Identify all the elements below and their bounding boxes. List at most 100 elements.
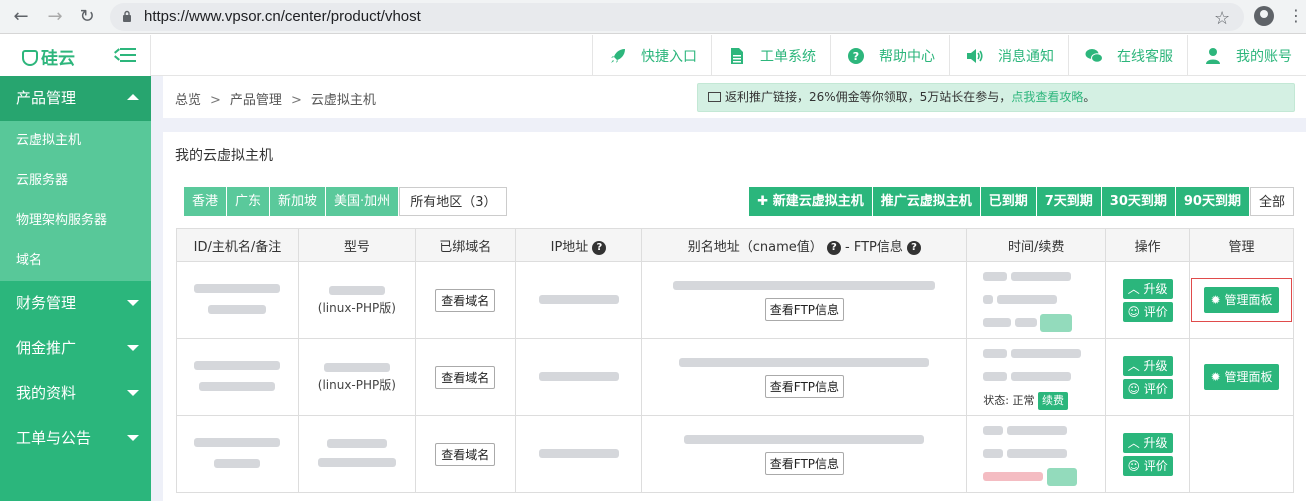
upgrade-button[interactable]: ︿ 升级 [1122, 278, 1173, 299]
sidebar-item-vhost[interactable]: 云虚拟主机 [0, 121, 151, 161]
tab-guangdong[interactable]: 广东 [227, 187, 271, 216]
logo-area: 硅云 [0, 35, 151, 76]
browser-account-icon[interactable] [1254, 6, 1274, 26]
nav-quick-entry[interactable]: 快捷入口 [592, 35, 711, 76]
help-icon: ? [848, 47, 864, 64]
redacted-text [214, 459, 261, 468]
cell-operation: ︿ 升级 ☺ 评价 [1105, 261, 1191, 339]
table-row: (linux-PHP版) 查看域名 查看FTP信息 状态: 正常 续费 ︿ 升级… [176, 338, 1294, 416]
view-domain-button[interactable]: 查看域名 [435, 442, 496, 466]
time-line: 状态: 正常 续费 [967, 389, 1105, 412]
forward-icon[interactable]: → [44, 6, 66, 28]
help-icon[interactable]: ? [592, 240, 607, 255]
view-ftp-button[interactable]: 查看FTP信息 [764, 298, 845, 321]
redacted-renew-button[interactable] [1040, 313, 1073, 332]
breadcrumb-separator: > [210, 93, 221, 108]
nav-my-account[interactable]: 我的账号 [1187, 35, 1306, 76]
nav-online-service[interactable]: 在线客服 [1068, 35, 1187, 76]
sidebar-item-physical-server[interactable]: 物理架构服务器 [0, 201, 151, 241]
nav-label: 快捷入口 [641, 48, 697, 65]
filter-90-days[interactable]: 90天到期 [1175, 187, 1250, 216]
redacted-text [199, 382, 276, 391]
filter-all[interactable]: 全部 [1249, 187, 1294, 216]
sidebar-group-tickets[interactable]: 工单与公告 [0, 416, 151, 461]
nav-ticket[interactable]: 工单系统 [711, 35, 830, 76]
sidebar-item-domain[interactable]: 域名 [0, 241, 151, 281]
view-ftp-button[interactable]: 查看FTP信息 [764, 375, 845, 398]
promo-link[interactable]: 点我查看攻略 [1011, 90, 1083, 104]
main-content: 总览 > 产品管理 > 云虚拟主机 返利推广链接，26%佣金等你领取，5万站长在参与，点… [151, 76, 1306, 501]
review-button[interactable]: ☺ 评价 [1122, 301, 1173, 322]
tab-singapore[interactable]: 新加坡 [270, 187, 327, 216]
region-tabs: 香港 广东 新加坡 美国·加州 所有地区（3） [184, 187, 508, 216]
bookmark-star-icon[interactable]: ☆ [1214, 8, 1230, 29]
cell-id [176, 415, 299, 493]
sidebar-group-profile[interactable]: 我的资料 [0, 371, 151, 416]
cell-model: (linux-PHP版) [297, 338, 416, 416]
redacted-text [1014, 317, 1037, 327]
redacted-text [684, 435, 925, 444]
manage-panel-button[interactable]: ✹ 管理面板 [1203, 287, 1280, 313]
redacted-text [983, 425, 1004, 435]
review-label: 评价 [1143, 458, 1168, 473]
col-cname-ftp: 别名地址（cname值） ? - FTP信息 ? [641, 228, 968, 262]
cell-model: (linux-PHP版) [297, 261, 416, 339]
view-domain-button[interactable]: 查看域名 [435, 288, 496, 312]
manage-highlight: ✹ 管理面板 [1190, 278, 1293, 322]
top-nav: 快捷入口 工单系统 ? 帮助中心 消息通知 在线客服 我的账号 [592, 35, 1306, 76]
sidebar-item-cloud-server[interactable]: 云服务器 [0, 161, 151, 201]
tab-all-regions[interactable]: 所有地区（3） [399, 187, 508, 216]
sidebar-group-finance[interactable]: 财务管理 [0, 281, 151, 326]
view-domain-button[interactable]: 查看域名 [435, 365, 496, 389]
redacted-text [983, 317, 1012, 327]
help-icon[interactable]: ? [907, 240, 922, 255]
redacted-text [1010, 371, 1071, 381]
manage-panel-button[interactable]: ✹ 管理面板 [1203, 364, 1280, 390]
reload-icon[interactable]: ↻ [76, 6, 98, 28]
browser-menu-icon[interactable]: ⋮ [1288, 6, 1304, 26]
sidebar-toggle-icon[interactable] [114, 46, 136, 64]
address-bar[interactable]: https://www.vpsor.cn/center/product/vhos… [110, 3, 1244, 31]
nav-label: 帮助中心 [879, 48, 935, 65]
sidebar-group-label: 工单与公告 [16, 429, 92, 447]
logo[interactable]: 硅云 [22, 44, 75, 69]
redacted-renew-button[interactable] [1046, 467, 1077, 486]
cell-id [176, 261, 299, 339]
review-button[interactable]: ☺ 评价 [1122, 455, 1173, 476]
redacted-text [983, 448, 1004, 458]
sidebar-group-commission[interactable]: 佣金推广 [0, 326, 151, 371]
review-label: 评价 [1143, 381, 1168, 396]
nav-label: 在线客服 [1117, 48, 1173, 65]
breadcrumb-item[interactable]: 总览 [175, 93, 201, 108]
promo-banner: 返利推广链接，26%佣金等你领取，5万站长在参与，点我查看攻略。 [697, 83, 1295, 112]
tab-hongkong[interactable]: 香港 [184, 187, 228, 216]
tab-us-california[interactable]: 美国·加州 [326, 187, 400, 216]
filter-expired[interactable]: 已到期 [980, 187, 1037, 216]
caret-down-icon [127, 300, 139, 306]
breadcrumb-item[interactable]: 产品管理 [230, 93, 282, 108]
nav-notifications[interactable]: 消息通知 [949, 35, 1068, 76]
help-icon[interactable]: ? [826, 240, 841, 255]
back-icon[interactable]: ← [10, 6, 32, 28]
cell-operation: ︿ 升级 ☺ 评价 [1105, 338, 1191, 416]
sidebar-group-products[interactable]: 产品管理 [0, 76, 151, 121]
renew-button[interactable]: 续费 [1038, 391, 1069, 410]
filter-30-days[interactable]: 30天到期 [1101, 187, 1176, 216]
promo-end: 。 [1083, 90, 1096, 104]
promote-vhost-button[interactable]: 推广云虚拟主机 [872, 187, 981, 216]
cell-domain: 查看域名 [414, 338, 516, 416]
breadcrumb-separator: > [290, 93, 302, 108]
redacted-text [983, 371, 1008, 381]
nav-help[interactable]: ? 帮助中心 [830, 35, 949, 76]
nav-label: 我的账号 [1236, 48, 1292, 65]
view-ftp-button[interactable]: 查看FTP信息 [764, 452, 845, 475]
review-button[interactable]: ☺ 评价 [1122, 378, 1173, 399]
upgrade-button[interactable]: ︿ 升级 [1122, 432, 1173, 453]
time-line [967, 443, 1105, 466]
filter-7-days[interactable]: 7天到期 [1036, 187, 1102, 216]
sidebar-group-label: 我的资料 [16, 384, 77, 402]
sidebar-group-label: 财务管理 [16, 294, 77, 312]
new-vhost-button[interactable]: ✚ 新建云虚拟主机 [749, 187, 873, 216]
upgrade-label: 升级 [1143, 358, 1168, 373]
upgrade-button[interactable]: ︿ 升级 [1122, 355, 1173, 376]
